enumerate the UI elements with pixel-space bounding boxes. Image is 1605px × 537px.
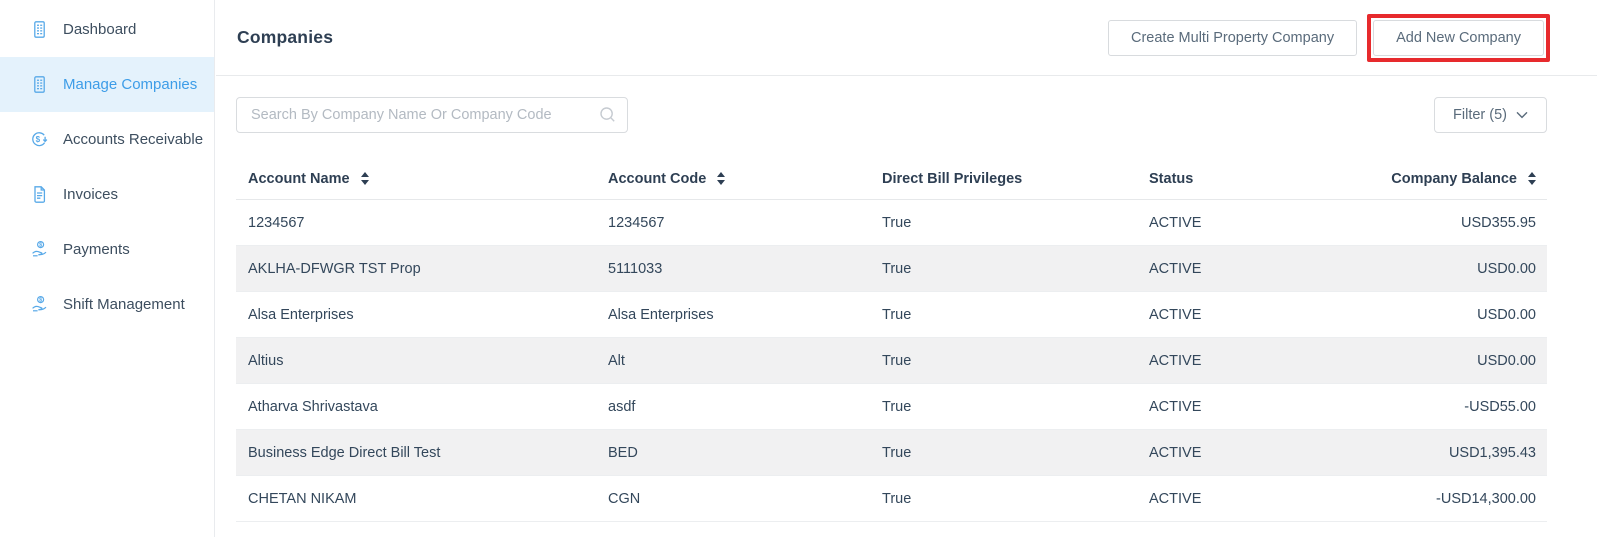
cell-status: ACTIVE xyxy=(1137,215,1389,231)
cell-status: ACTIVE xyxy=(1137,261,1389,277)
table-row[interactable]: Alsa Enterprises Alsa Enterprises True A… xyxy=(236,292,1547,338)
sidebar: Dashboard Manage Companies $ Acco xyxy=(0,0,215,537)
sidebar-item-accounts-receivable[interactable]: $ Accounts Receivable xyxy=(0,112,214,167)
table-row[interactable]: Altius Alt True ACTIVE USD0.00 xyxy=(236,338,1547,384)
sort-icon xyxy=(1528,172,1536,185)
cell-balance: USD0.00 xyxy=(1389,353,1547,369)
table-row[interactable]: CHETAN NIKAM CGN True ACTIVE -USD14,300.… xyxy=(236,476,1547,522)
sidebar-item-label: Accounts Receivable xyxy=(63,131,203,148)
page-header: Companies Create Multi Property Company … xyxy=(216,0,1597,76)
hand-coin-icon: $ xyxy=(30,240,49,259)
toolbar: Filter (5) xyxy=(216,76,1597,133)
search-wrap xyxy=(236,97,628,133)
cell-status: ACTIVE xyxy=(1137,445,1389,461)
cell-balance: USD0.00 xyxy=(1389,261,1547,277)
building-icon xyxy=(30,75,49,94)
cell-direct-bill: True xyxy=(870,399,1137,415)
cell-account-code: BED xyxy=(596,445,870,461)
filter-label: Filter (5) xyxy=(1453,107,1507,123)
invoice-icon xyxy=(30,185,49,204)
column-header-status: Status xyxy=(1137,171,1389,187)
cell-balance: USD355.95 xyxy=(1389,215,1547,231)
table-row[interactable]: Atharva Shrivastava asdf True ACTIVE -US… xyxy=(236,384,1547,430)
add-new-company-button[interactable]: Add New Company xyxy=(1373,20,1544,56)
cell-account-name: AKLHA-DFWGR TST Prop xyxy=(236,261,596,277)
svg-text:$: $ xyxy=(39,243,42,249)
cell-status: ACTIVE xyxy=(1137,491,1389,507)
cell-status: ACTIVE xyxy=(1137,307,1389,323)
search-icon xyxy=(598,105,618,125)
column-header-account-code[interactable]: Account Code xyxy=(596,171,870,187)
cell-account-code: CGN xyxy=(596,491,870,507)
chevron-down-icon xyxy=(1516,111,1528,119)
sidebar-item-label: Invoices xyxy=(63,186,118,203)
cell-account-name: Atharva Shrivastava xyxy=(236,399,596,415)
dollar-circle-icon: $ xyxy=(30,130,49,149)
column-header-direct-bill-privileges: Direct Bill Privileges xyxy=(870,171,1137,187)
table-row[interactable]: 1234567 1234567 True ACTIVE USD355.95 xyxy=(236,200,1547,246)
sidebar-item-invoices[interactable]: Invoices xyxy=(0,167,214,222)
create-multi-property-company-button[interactable]: Create Multi Property Company xyxy=(1108,20,1357,56)
cell-account-name: Alsa Enterprises xyxy=(236,307,596,323)
cell-balance: -USD14,300.00 xyxy=(1389,491,1547,507)
sidebar-item-manage-companies[interactable]: Manage Companies xyxy=(0,57,214,112)
cell-account-code: Alsa Enterprises xyxy=(596,307,870,323)
filter-button[interactable]: Filter (5) xyxy=(1434,97,1547,133)
cell-account-name: 1234567 xyxy=(236,215,596,231)
cell-account-code: Alt xyxy=(596,353,870,369)
column-header-company-balance[interactable]: Company Balance xyxy=(1389,171,1547,187)
hand-coin-icon: $ xyxy=(30,295,49,314)
cell-direct-bill: True xyxy=(870,445,1137,461)
cell-direct-bill: True xyxy=(870,353,1137,369)
annotation-highlight: Add New Company xyxy=(1367,14,1550,62)
cell-account-code: asdf xyxy=(596,399,870,415)
sidebar-item-payments[interactable]: $ Payments xyxy=(0,222,214,277)
cell-direct-bill: True xyxy=(870,261,1137,277)
cell-balance: -USD55.00 xyxy=(1389,399,1547,415)
sort-icon xyxy=(361,172,369,185)
page-title: Companies xyxy=(237,27,333,48)
sidebar-item-label: Shift Management xyxy=(63,296,185,313)
cell-account-code: 5111033 xyxy=(596,261,870,277)
sidebar-item-label: Payments xyxy=(63,241,130,258)
cell-direct-bill: True xyxy=(870,307,1137,323)
svg-text:$: $ xyxy=(39,298,42,304)
companies-table: Account Name Account Code Direct Bill Pr… xyxy=(236,158,1547,522)
sidebar-item-label: Manage Companies xyxy=(63,76,197,93)
sidebar-item-label: Dashboard xyxy=(63,21,136,38)
cell-account-name: Business Edge Direct Bill Test xyxy=(236,445,596,461)
cell-status: ACTIVE xyxy=(1137,353,1389,369)
sort-icon xyxy=(717,172,725,185)
cell-account-code: 1234567 xyxy=(596,215,870,231)
table-body: 1234567 1234567 True ACTIVE USD355.95 AK… xyxy=(236,200,1547,522)
sidebar-item-dashboard[interactable]: Dashboard xyxy=(0,2,214,57)
table-row[interactable]: Business Edge Direct Bill Test BED True … xyxy=(236,430,1547,476)
column-header-account-name[interactable]: Account Name xyxy=(236,171,596,187)
cell-balance: USD1,395.43 xyxy=(1389,445,1547,461)
building-icon xyxy=(30,20,49,39)
cell-status: ACTIVE xyxy=(1137,399,1389,415)
cell-account-name: CHETAN NIKAM xyxy=(236,491,596,507)
cell-direct-bill: True xyxy=(870,215,1137,231)
main-content: Companies Create Multi Property Company … xyxy=(216,0,1597,537)
cell-balance: USD0.00 xyxy=(1389,307,1547,323)
svg-text:$: $ xyxy=(36,135,41,144)
sidebar-item-shift-management[interactable]: $ Shift Management xyxy=(0,277,214,332)
table-row[interactable]: AKLHA-DFWGR TST Prop 5111033 True ACTIVE… xyxy=(236,246,1547,292)
cell-direct-bill: True xyxy=(870,491,1137,507)
search-input[interactable] xyxy=(236,97,628,133)
cell-account-name: Altius xyxy=(236,353,596,369)
table-header-row: Account Name Account Code Direct Bill Pr… xyxy=(236,158,1547,200)
